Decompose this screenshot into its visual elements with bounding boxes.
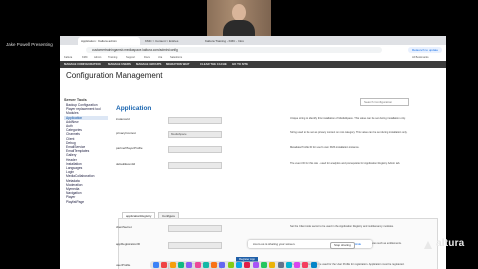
bookmark-item[interactable]: Kaltura xyxy=(64,55,72,60)
setting-label: partnerPlayerProfile xyxy=(116,146,143,150)
dock-app-icon[interactable] xyxy=(219,262,226,268)
setting-input[interactable] xyxy=(168,162,222,169)
sidebar-list: Backup Configuration Player replacement t… xyxy=(64,103,108,204)
bookmark-item[interactable]: Salesforce xyxy=(170,55,182,60)
setting-label: privacyContext xyxy=(116,131,136,135)
nav-clear-cache[interactable]: CLEAR THE CACHE xyxy=(200,61,227,68)
dock-app-icon[interactable] xyxy=(302,262,309,268)
dock-app-icon[interactable] xyxy=(211,262,218,268)
app-nav-bar: MANAGE CONFIGURATION MANAGE USERS MANAGE… xyxy=(60,61,446,68)
presenter-label: Jake Powell Presenting xyxy=(6,42,53,47)
browser-tab[interactable]: Application : Kaltura admin xyxy=(78,37,140,45)
setting-input[interactable]: MediaSpace xyxy=(168,131,222,138)
presenter-body xyxy=(223,20,255,36)
url-input[interactable]: customertrainingamsb.mediaspace.kaltura.… xyxy=(86,46,382,53)
bookmark-item[interactable]: Docs xyxy=(144,55,150,60)
dock xyxy=(150,261,320,269)
bookmark-item[interactable]: KMC xyxy=(82,55,88,60)
dock-app-icon[interactable] xyxy=(294,262,301,268)
screen-share-bar: zoom.us is sharing your screen. Stop sha… xyxy=(248,240,372,249)
search-configuration-input[interactable]: Search Configuration xyxy=(360,98,409,106)
dock-app-icon[interactable] xyxy=(244,262,251,268)
setting-description: Set the Client side secret to be used in… xyxy=(290,225,394,228)
setting-input[interactable] xyxy=(168,117,222,124)
setting-label: defaultEventId xyxy=(116,162,136,166)
nav-migration-wait[interactable]: MIGRATION WAIT xyxy=(166,61,190,68)
section-title: Application xyxy=(116,105,152,112)
dock-app-icon[interactable] xyxy=(202,262,209,268)
kaltura-watermark: altura xyxy=(436,238,465,249)
dock-app-icon[interactable] xyxy=(153,262,159,268)
sidebar-title: Server Tools xyxy=(64,98,87,102)
dock-app-icon[interactable] xyxy=(194,262,201,268)
setting-label: instanceId xyxy=(116,117,130,121)
stop-sharing-button[interactable]: Stop sharing xyxy=(330,241,355,249)
nav-manage-configuration[interactable]: MANAGE CONFIGURATION xyxy=(64,61,101,68)
setting-label: userProfile xyxy=(116,263,131,267)
nav-manage-groups[interactable]: MANAGE GROUPS xyxy=(136,61,161,68)
bookmark-item[interactable]: Support xyxy=(126,55,135,60)
setting-label: clientSecret xyxy=(116,225,132,229)
bookmark-item[interactable]: Admin xyxy=(94,55,101,60)
share-message: zoom.us is sharing your screen. xyxy=(253,242,296,246)
dock-app-icon[interactable] xyxy=(285,262,292,268)
shared-screen: Application : Kaltura admin KMC > Conten… xyxy=(60,36,446,269)
dock-app-icon[interactable] xyxy=(227,262,234,268)
nav-go-to-site[interactable]: GO TO SITE xyxy=(232,61,248,68)
relaunch-button[interactable]: Relaunch to update xyxy=(407,46,442,53)
nav-manage-users[interactable]: MANAGE USERS xyxy=(108,61,131,68)
bookmark-item[interactable]: All Bookmarks xyxy=(412,55,429,60)
dock-app-icon[interactable] xyxy=(260,262,267,268)
sidebar-item-playlistpage[interactable]: PlaylistPage xyxy=(64,200,108,204)
dock-app-icon[interactable] xyxy=(236,262,242,268)
presenter-video xyxy=(207,0,271,36)
dock-app-icon[interactable] xyxy=(177,262,184,268)
dock-app-icon[interactable] xyxy=(277,262,284,268)
browser-tab[interactable]: KMC > Content > Entries xyxy=(142,37,202,45)
page-title: Configuration Management xyxy=(66,71,163,80)
dock-app-icon[interactable] xyxy=(269,262,276,268)
setting-description: String used to be set as privacy context… xyxy=(290,131,408,134)
presenter-head xyxy=(232,4,246,21)
dock-app-icon[interactable] xyxy=(252,262,259,268)
setting-input[interactable] xyxy=(168,225,222,232)
kaltura-logo-icon xyxy=(424,241,432,249)
bookmark-item[interactable]: Training xyxy=(108,55,117,60)
sidebar: Server Tools Backup Configuration Player … xyxy=(64,98,108,204)
dock-app-icon[interactable] xyxy=(310,262,317,268)
setting-label: appRegistrationID xyxy=(116,242,141,246)
hide-button[interactable]: Hide xyxy=(355,242,361,247)
setting-input[interactable] xyxy=(168,146,222,153)
setting-description: The event ID for this site - used for an… xyxy=(290,162,401,165)
bookmark-item[interactable]: Jira xyxy=(158,55,162,60)
dock-app-icon[interactable] xyxy=(169,262,176,268)
browser-tab[interactable]: Kaltura Training - KMC - Intro xyxy=(202,37,268,45)
dock-app-icon[interactable] xyxy=(186,262,193,268)
setting-description: Metadata Profile ID for user's own KMS i… xyxy=(290,146,360,149)
dock-app-icon[interactable] xyxy=(161,262,168,268)
setting-input[interactable] xyxy=(168,242,222,249)
browser-tab-bar: Application : Kaltura admin KMC > Conten… xyxy=(60,36,446,45)
setting-description: Unique string to identify this installat… xyxy=(290,117,406,120)
